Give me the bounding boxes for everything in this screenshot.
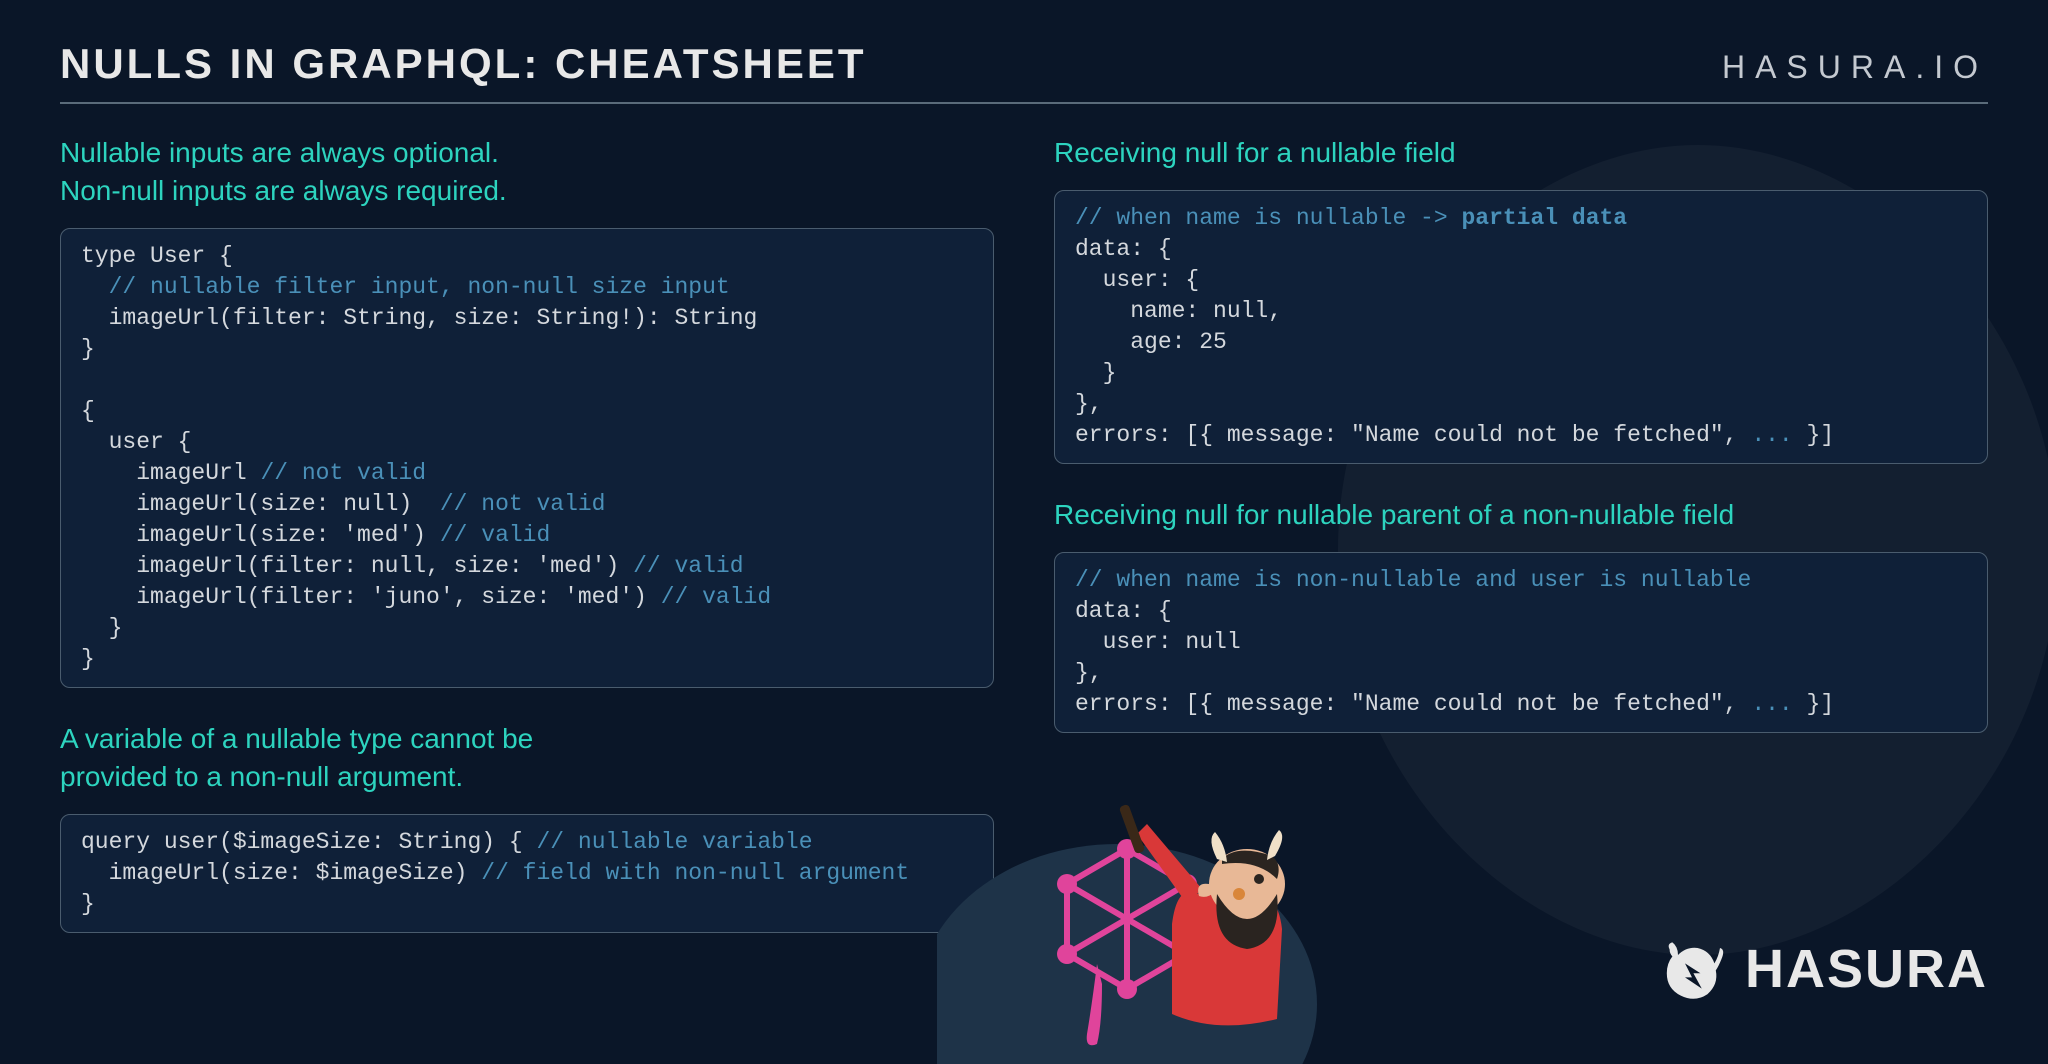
site-url: HASURA.IO [1722, 49, 1988, 86]
code-box-query-user: query user($imageSize: String) { // null… [60, 814, 994, 933]
left-column: Nullable inputs are always optional.Non-… [60, 134, 994, 933]
header: NULLS IN GRAPHQL: CHEATSHEET HASURA.IO [60, 40, 1988, 104]
section-heading-receiving-null-parent: Receiving null for nullable parent of a … [1054, 496, 1988, 534]
code-box-partial-data: // when name is nullable -> partial data… [1054, 190, 1988, 464]
section-heading-receiving-null-field: Receiving null for a nullable field [1054, 134, 1988, 172]
brand-name: HASURA [1745, 938, 1988, 1000]
mascot-illustration [937, 684, 1357, 1064]
section-heading-variable-nullable: A variable of a nullable type cannot bep… [60, 720, 994, 796]
section-heading-nullable-inputs: Nullable inputs are always optional.Non-… [60, 134, 994, 210]
hasura-logo-icon [1657, 934, 1727, 1004]
code-box-type-user: type User { // nullable filter input, no… [60, 228, 994, 689]
brand-logo: HASURA [1657, 934, 1988, 1004]
page-title: NULLS IN GRAPHQL: CHEATSHEET [60, 40, 867, 88]
